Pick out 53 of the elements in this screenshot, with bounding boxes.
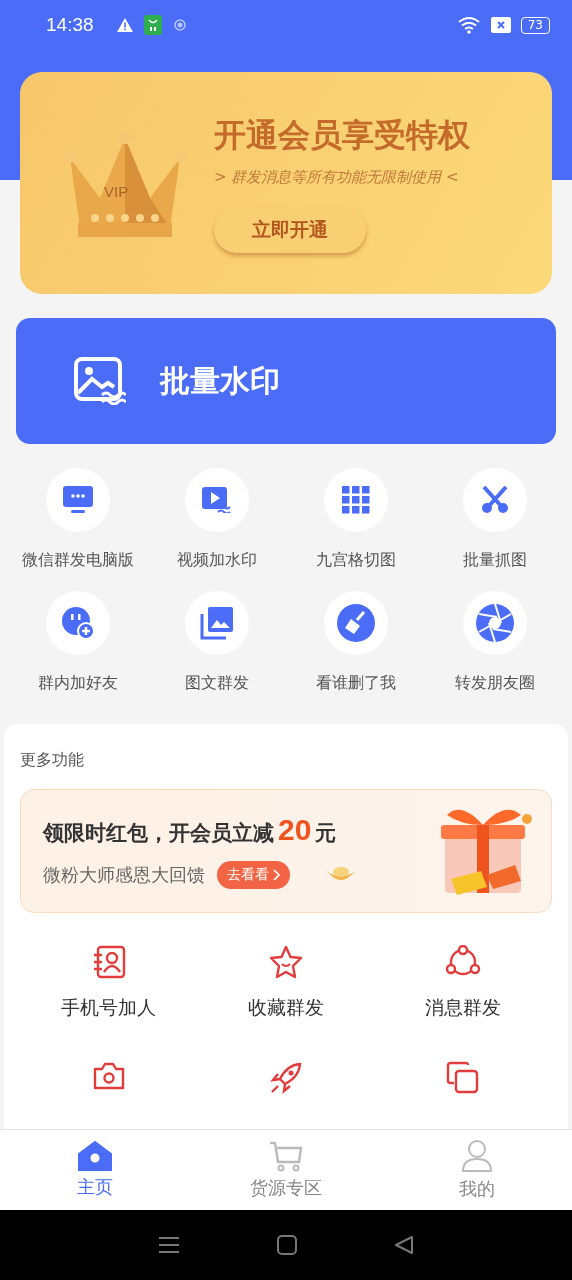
video-watermark-icon xyxy=(201,487,232,513)
wifi-icon xyxy=(456,16,481,34)
tool-label[interactable]: 批量抓图 xyxy=(462,550,527,571)
vip-title: 开通会员享受特权 xyxy=(214,114,470,156)
section-title: 更多功能 xyxy=(20,750,85,771)
tool-label[interactable]: 微信群发电脑版 xyxy=(21,550,134,571)
tool-label[interactable]: 转发朋友圈 xyxy=(454,673,535,694)
promo-headline: 领限时红包，开会员立减 xyxy=(43,820,274,847)
face-plus-icon xyxy=(60,606,95,640)
app-notification-icon xyxy=(143,15,162,35)
function-label[interactable]: 消息群发 xyxy=(425,995,502,1021)
image-icon xyxy=(74,357,126,405)
nav-tab[interactable]: 主页 xyxy=(0,1130,191,1210)
vip-subtitle: > 群发消息等所有功能无限制使用 < xyxy=(214,167,459,187)
crown-label: VIP xyxy=(104,183,129,200)
promo-unit: 元 xyxy=(315,820,337,847)
monitor-chat-icon xyxy=(62,486,93,514)
copy-icon[interactable] xyxy=(446,1061,481,1095)
battery-indicator: 73 xyxy=(520,16,550,34)
nav-tab[interactable]: 我的 xyxy=(381,1130,572,1210)
warning-icon xyxy=(115,17,134,33)
tool-label[interactable]: 群内加好友 xyxy=(37,673,118,694)
aperture-icon xyxy=(475,604,514,642)
camera-icon[interactable] xyxy=(91,1061,126,1091)
chevron-right-icon xyxy=(273,869,280,881)
broom-icon xyxy=(336,604,375,642)
home-icon xyxy=(78,1141,113,1171)
menu-icon[interactable] xyxy=(158,1236,181,1254)
function-label[interactable]: 手机号加人 xyxy=(61,995,157,1021)
tool-label[interactable]: 九宫格切图 xyxy=(315,550,396,571)
star-icon[interactable] xyxy=(269,945,303,979)
gallery-icon xyxy=(199,606,234,640)
cart-icon xyxy=(269,1140,303,1172)
promo-amount: 20 xyxy=(278,813,312,847)
sim-off-icon xyxy=(490,17,511,33)
function-label[interactable]: 收藏群发 xyxy=(248,995,324,1021)
home-square-icon[interactable] xyxy=(277,1235,297,1255)
contact-book-icon[interactable] xyxy=(91,945,126,979)
tool-label[interactable]: 图文群发 xyxy=(184,673,249,694)
back-icon[interactable] xyxy=(393,1235,414,1255)
promo-subtitle: 微粉大师感恩大回馈 xyxy=(43,863,205,887)
promo-banner[interactable]: 领限时红包，开会员立减 20元 微粉大师感恩大回馈 去看看 xyxy=(20,789,552,913)
watermark-card[interactable]: 批量水印 xyxy=(16,318,556,444)
nav-tab[interactable]: 货源专区 xyxy=(190,1130,382,1210)
watermark-title: 批量水印 xyxy=(160,361,280,400)
status-time: 14:38 xyxy=(46,14,94,36)
rocket-icon[interactable] xyxy=(269,1061,303,1095)
person-icon xyxy=(460,1139,493,1173)
tool-label[interactable]: 视频加水印 xyxy=(176,550,257,571)
grid-icon xyxy=(341,486,370,514)
tool-label[interactable]: 看谁删了我 xyxy=(315,673,396,694)
scissors-icon xyxy=(479,486,510,514)
location-icon xyxy=(171,17,188,33)
